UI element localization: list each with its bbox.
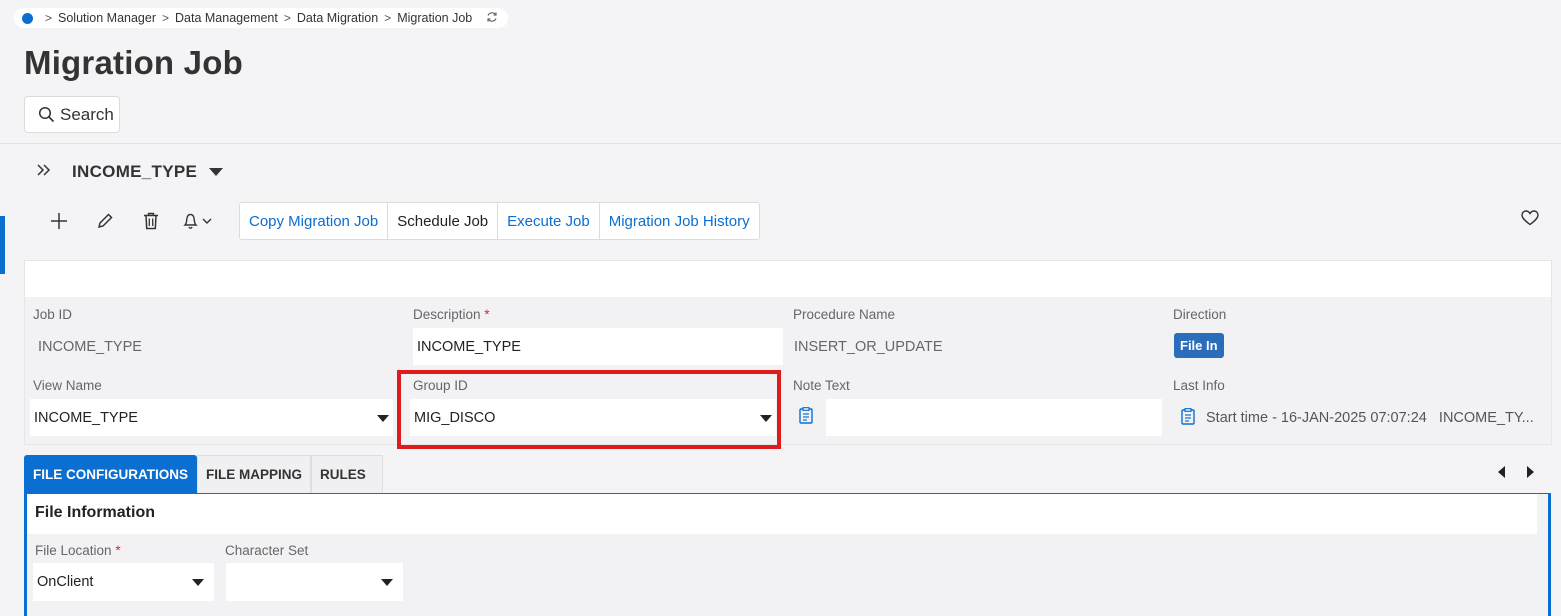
dropdown-arrow-icon	[377, 414, 389, 422]
tab-bar: FILE CONFIGURATIONS FILE MAPPING RULES	[24, 455, 383, 493]
job-id-label: Job ID	[33, 307, 73, 322]
description-input[interactable]: INCOME_TYPE	[413, 328, 783, 365]
view-name-value: INCOME_TYPE	[34, 409, 138, 426]
record-toolbar	[36, 208, 220, 234]
procedure-name-label: Procedure Name	[793, 307, 896, 322]
tab-file-mapping[interactable]: FILE MAPPING	[197, 455, 312, 493]
dropdown-arrow-icon	[381, 579, 393, 586]
required-marker: *	[484, 307, 490, 322]
tab-scroll-controls	[1498, 466, 1534, 478]
form-card-header	[24, 260, 1552, 297]
page-title: Migration Job	[24, 44, 243, 81]
dropdown-arrow-icon	[192, 579, 204, 586]
tab-rules[interactable]: RULES	[311, 455, 383, 493]
tab-file-configurations[interactable]: FILE CONFIGURATIONS	[24, 455, 197, 493]
group-id-highlight-box	[397, 370, 781, 449]
breadcrumb-item-migration-job: Migration Job	[397, 11, 473, 25]
search-button[interactable]: Search	[24, 96, 120, 133]
schedule-job-button[interactable]: Schedule Job	[388, 203, 499, 239]
left-accent-bar	[0, 216, 5, 274]
notification-bell-icon[interactable]	[174, 208, 220, 234]
last-info-label: Last Info	[1173, 378, 1225, 393]
delete-trash-icon[interactable]	[128, 208, 174, 234]
search-label: Search	[60, 104, 114, 124]
breadcrumb-item-solution-manager[interactable]: Solution Manager	[58, 11, 156, 25]
breadcrumb-separator: >	[384, 11, 392, 25]
divider	[0, 143, 1561, 144]
record-title: INCOME_TYPE	[72, 162, 198, 181]
add-icon[interactable]	[36, 208, 82, 234]
info-document-icon[interactable]	[1181, 408, 1195, 430]
breadcrumb-item-data-migration[interactable]: Data Migration	[297, 11, 378, 25]
tab-scroll-left-icon[interactable]	[1498, 466, 1505, 478]
required-marker: *	[115, 543, 121, 558]
procedure-name-value: INSERT_OR_UPDATE	[794, 339, 943, 355]
breadcrumb-separator: >	[162, 11, 170, 25]
favorite-heart-icon[interactable]	[1521, 210, 1539, 231]
note-icon[interactable]	[799, 407, 813, 429]
breadcrumb-item-data-management[interactable]: Data Management	[175, 11, 278, 25]
character-set-label: Character Set	[225, 543, 309, 558]
file-information-title: File Information	[35, 504, 155, 521]
search-icon	[38, 106, 55, 123]
direction-label: Direction	[1173, 307, 1227, 322]
file-location-label: File Location *	[35, 543, 121, 558]
file-information-header	[27, 494, 1537, 534]
home-dot-icon[interactable]	[22, 12, 33, 24]
view-name-dropdown[interactable]: INCOME_TYPE	[30, 399, 393, 436]
record-selector-chevron-icon[interactable]	[209, 168, 224, 176]
refresh-icon[interactable]	[486, 11, 498, 26]
file-location-value: OnClient	[37, 574, 94, 590]
execute-job-button[interactable]: Execute Job	[498, 203, 600, 239]
view-name-label: View Name	[33, 378, 102, 393]
tab-scroll-right-icon[interactable]	[1527, 466, 1534, 478]
expand-navigator-icon[interactable]	[36, 162, 52, 182]
last-info-value: Start time - 16-JAN-2025 07:07:24 INCOME…	[1206, 410, 1534, 426]
record-header: INCOME_TYPE	[36, 162, 224, 182]
description-value: INCOME_TYPE	[417, 338, 521, 355]
migration-job-history-button[interactable]: Migration Job History	[600, 203, 759, 239]
command-button-group: Copy Migration Job Schedule Job Execute …	[239, 202, 760, 240]
file-location-dropdown[interactable]: OnClient	[33, 563, 214, 601]
file-location-label-text: File Location	[35, 543, 112, 558]
description-label: Description *	[413, 307, 490, 322]
edit-pencil-icon[interactable]	[82, 208, 128, 234]
note-text-label: Note Text	[793, 378, 850, 393]
breadcrumb-separator: >	[283, 11, 291, 25]
breadcrumb: > Solution Manager > Data Management > D…	[14, 8, 509, 28]
direction-badge: File In	[1174, 333, 1224, 358]
character-set-dropdown[interactable]	[226, 563, 403, 601]
description-label-text: Description	[413, 307, 481, 322]
copy-migration-job-button[interactable]: Copy Migration Job	[240, 203, 389, 239]
breadcrumb-separator: >	[45, 11, 53, 25]
job-id-value: INCOME_TYPE	[38, 339, 142, 355]
note-text-input[interactable]	[826, 399, 1162, 436]
